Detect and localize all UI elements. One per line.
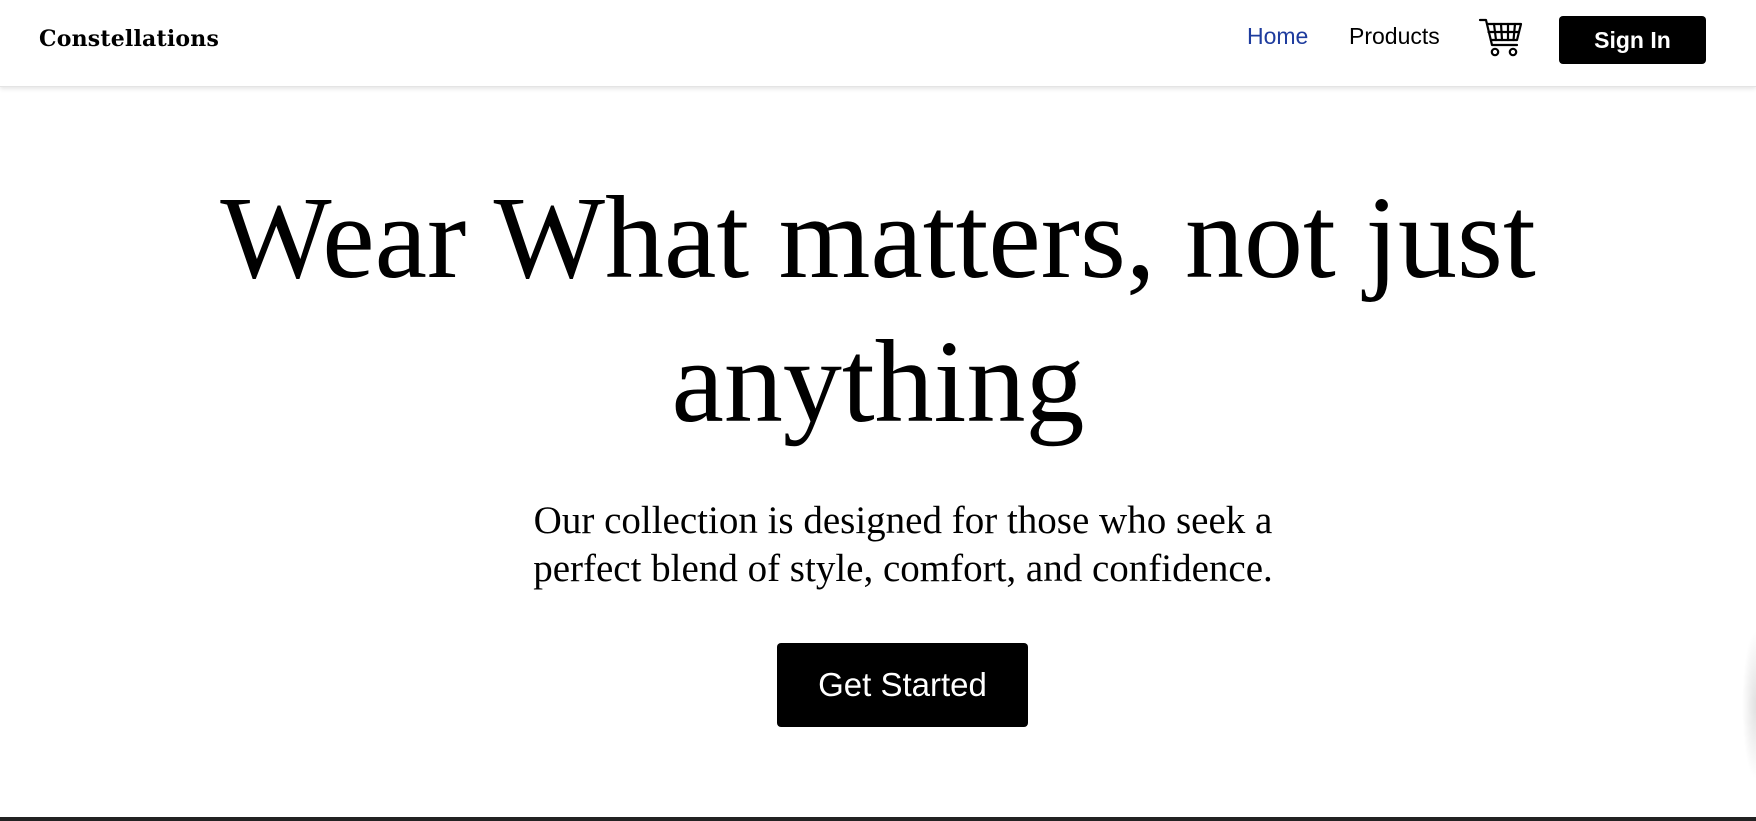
top-navbar: Constellations Home Products Sign In — [0, 0, 1756, 87]
shopping-cart-icon — [1478, 18, 1523, 57]
nav-link-home[interactable]: Home — [1247, 21, 1308, 51]
hero-title: Wear What matters, not just anything — [220, 172, 1536, 447]
bottom-divider — [0, 817, 1756, 821]
cart-button[interactable] — [1478, 14, 1524, 60]
get-started-button[interactable]: Get Started — [777, 643, 1028, 727]
hero-subtitle: Our collection is designed for those who… — [533, 499, 1273, 590]
brand-logo-text[interactable]: Constellations — [39, 24, 219, 54]
sign-in-button[interactable]: Sign In — [1559, 16, 1706, 64]
edge-shadow — [1742, 630, 1756, 780]
nav-link-products[interactable]: Products — [1349, 21, 1440, 51]
